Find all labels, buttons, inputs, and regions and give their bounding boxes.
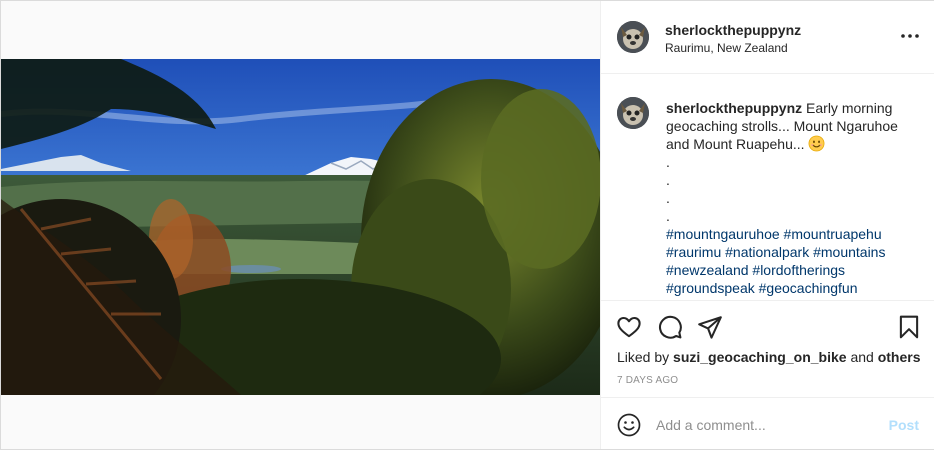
like-button[interactable] <box>616 314 642 340</box>
hashtag-list: #mountngauruhoe #mountruapehu #raurimu #… <box>666 225 916 297</box>
caption-dot: . <box>666 172 670 188</box>
username-link[interactable]: sherlockthepuppynz <box>665 22 801 38</box>
liked-by-summary: Liked by suzi_geocaching_on_bike and oth… <box>617 349 920 365</box>
liked-by-conjunction: and <box>850 349 874 365</box>
liked-by-user-link[interactable]: suzi_geocaching_on_bike <box>673 349 847 365</box>
heart-icon <box>617 316 641 338</box>
smiling-face-icon <box>809 135 825 152</box>
post-comment-button[interactable]: Post <box>889 417 919 433</box>
liked-by-prefix: Liked by <box>617 349 670 365</box>
bookmark-icon <box>899 315 919 339</box>
caption-avatar[interactable] <box>617 97 649 129</box>
hashtag-link[interactable]: #newzealand <box>666 262 749 278</box>
caption-dot: . <box>666 190 670 206</box>
post-photo[interactable] <box>1 59 600 395</box>
comment-icon <box>659 315 682 339</box>
caption-text: sherlockthepuppynz Early morning geocach… <box>666 99 916 297</box>
instagram-post: sherlockthepuppynz Raurimu, New Zealand <box>0 0 934 450</box>
save-button[interactable] <box>896 314 922 340</box>
emoji-button[interactable] <box>617 413 641 437</box>
media-pane <box>1 1 600 449</box>
landscape-photo <box>1 59 600 395</box>
hashtag-link[interactable]: #mountngauruhoe <box>666 226 780 242</box>
comment-button[interactable] <box>657 314 683 340</box>
avatar-image <box>617 21 649 53</box>
post-actions <box>601 312 934 342</box>
post-sidebar: sherlockthepuppynz Raurimu, New Zealand <box>600 1 934 449</box>
caption-username-link[interactable]: sherlockthepuppynz <box>666 100 802 116</box>
post-timestamp[interactable]: 7 DAYS AGO <box>617 375 678 386</box>
comment-input[interactable] <box>656 414 876 436</box>
liked-by-others-link[interactable]: others <box>878 349 921 365</box>
more-options-button[interactable] <box>899 25 921 47</box>
hashtag-link[interactable]: #geocachingfun <box>759 280 858 296</box>
emoji-smile-icon <box>617 413 641 437</box>
post-header: sherlockthepuppynz Raurimu, New Zealand <box>601 1 934 74</box>
location-link[interactable]: Raurimu, New Zealand <box>665 41 788 55</box>
hashtag-link[interactable]: #lordoftherings <box>752 262 845 278</box>
caption-dot: . <box>666 154 670 170</box>
avatar[interactable] <box>617 21 649 53</box>
hashtag-link[interactable]: #mountains <box>813 244 885 260</box>
hashtag-link[interactable]: #nationalpark <box>725 244 809 260</box>
hashtag-link[interactable]: #groundspeak <box>666 280 755 296</box>
hashtag-link[interactable]: #mountruapehu <box>784 226 882 242</box>
share-button[interactable] <box>697 314 723 340</box>
hashtag-link[interactable]: #raurimu <box>666 244 721 260</box>
comment-bar: Post <box>601 397 934 449</box>
more-horizontal-icon <box>901 34 919 38</box>
avatar-image <box>617 97 649 129</box>
caption-area: sherlockthepuppynz Early morning geocach… <box>601 75 934 301</box>
paper-plane-icon <box>698 316 722 339</box>
caption-dot: . <box>666 208 670 224</box>
